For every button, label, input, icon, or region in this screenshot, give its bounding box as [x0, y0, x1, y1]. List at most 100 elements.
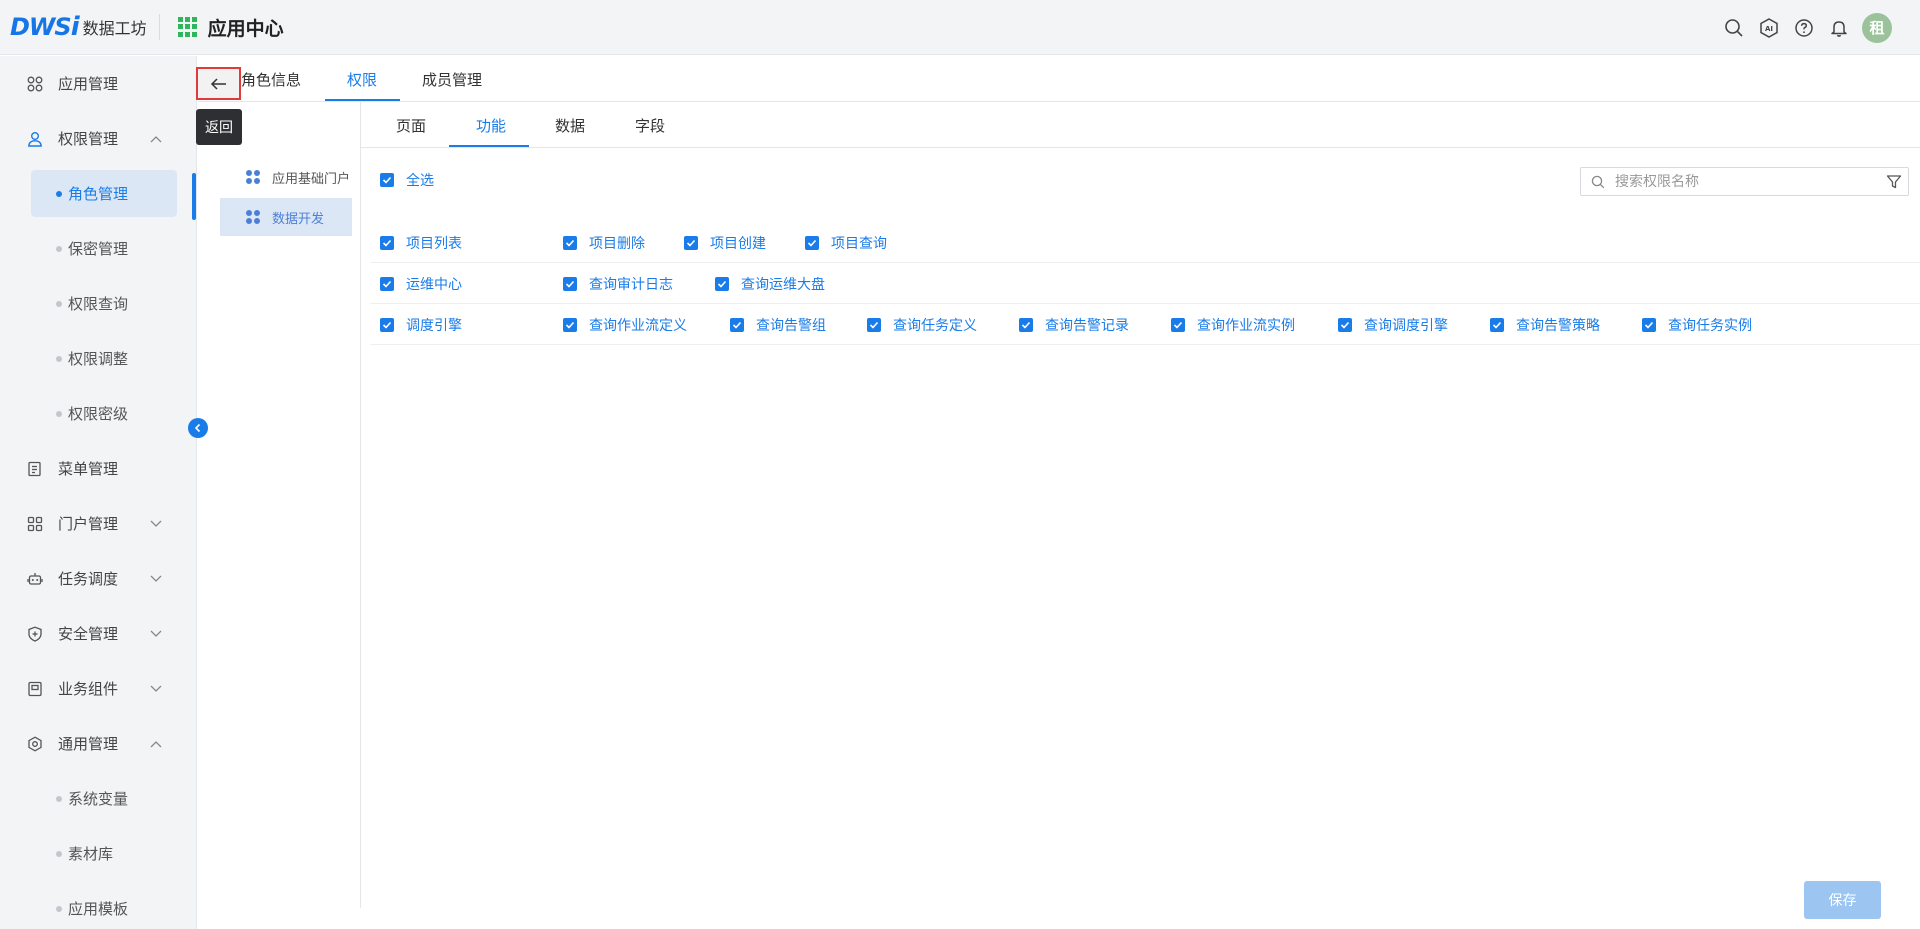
- app-center[interactable]: 应用中心: [177, 14, 284, 41]
- sidebar-item-portal-management[interactable]: 门户管理: [0, 496, 196, 551]
- sidebar-item-label: 任务调度: [58, 570, 119, 588]
- app-list-item[interactable]: 数据开发: [220, 198, 352, 236]
- filter-icon[interactable]: [1886, 174, 1902, 190]
- dot-icon: [56, 795, 62, 802]
- ai-icon[interactable]: AI: [1756, 15, 1782, 41]
- permission-checkbox[interactable]: 查询告警策略: [1490, 305, 1600, 345]
- sidebar-item-task-scheduling[interactable]: 任务调度: [0, 551, 196, 606]
- permission-group-checkbox[interactable]: 项目列表: [380, 223, 462, 263]
- sidebar-item-role-management[interactable]: 角色管理: [31, 170, 177, 217]
- permission-row: 运维中心 查询审计日志 查询运维大盘: [371, 264, 1920, 304]
- tab-function[interactable]: 功能: [476, 102, 506, 148]
- checkbox-checked-icon: [380, 173, 394, 187]
- chevron-up-icon: [150, 738, 162, 750]
- sidebar-item-label: 菜单管理: [58, 460, 119, 478]
- sidebar-item-business-components[interactable]: 业务组件: [0, 661, 196, 716]
- permission-label: 查询告警策略: [1516, 318, 1600, 334]
- sidebar-item-system-variables[interactable]: 系统变量: [0, 771, 196, 826]
- chevron-down-icon: [150, 683, 162, 695]
- permission-group-checkbox[interactable]: 运维中心: [380, 264, 462, 304]
- settings-icon: [26, 735, 44, 753]
- permission-checkbox[interactable]: 项目删除: [563, 223, 645, 263]
- permission-checkbox[interactable]: 查询任务定义: [867, 305, 977, 345]
- dot-icon: [56, 355, 62, 362]
- search-icon[interactable]: [1721, 15, 1747, 41]
- back-button[interactable]: [196, 67, 241, 100]
- save-button[interactable]: 保存: [1804, 881, 1881, 919]
- chevron-down-icon: [150, 518, 162, 530]
- app-list-item-label: 应用基础门户: [272, 171, 351, 187]
- dot-icon: [56, 190, 62, 197]
- sidebar-item-permission-query[interactable]: 权限查询: [0, 276, 196, 331]
- dot-icon: [56, 300, 62, 307]
- shield-icon: [26, 625, 44, 643]
- permission-checkbox[interactable]: 查询作业流实例: [1171, 305, 1295, 345]
- checkbox-checked-icon: [715, 277, 729, 291]
- app-dots-icon: [246, 170, 260, 184]
- checkbox-checked-icon: [730, 318, 744, 332]
- checkbox-checked-icon: [1019, 318, 1033, 332]
- sidebar-item-permission-adjust[interactable]: 权限调整: [0, 331, 196, 386]
- sidebar-item-app-management[interactable]: 应用管理: [0, 56, 196, 111]
- sidebar-item-secrecy-management[interactable]: 保密管理: [0, 221, 196, 276]
- permission-label: 项目查询: [831, 236, 887, 252]
- sidebar-item-label: 应用模板: [68, 900, 129, 918]
- checkbox-checked-icon: [380, 318, 394, 332]
- permission-checkbox[interactable]: 查询告警记录: [1019, 305, 1129, 345]
- sidebar-item-menu-management[interactable]: 菜单管理: [0, 441, 196, 496]
- sidebar: 应用管理 权限管理 角色管理 保密管理 权限查询 权限调整 权限密级 菜单管理: [0, 56, 197, 929]
- apps-icon: [26, 75, 44, 93]
- tab-data[interactable]: 数据: [555, 102, 585, 148]
- permission-checkbox[interactable]: 查询告警组: [730, 305, 826, 345]
- permission-checkbox[interactable]: 查询作业流定义: [563, 305, 687, 345]
- user-icon: [26, 130, 44, 148]
- tab-field[interactable]: 字段: [635, 102, 665, 148]
- top-header: DWSi 数据工坊 应用中心 AI 租: [0, 0, 1920, 55]
- logo[interactable]: DWSi 数据工坊: [0, 0, 147, 55]
- permission-label: 查询任务实例: [1668, 318, 1752, 334]
- help-icon[interactable]: [1791, 15, 1817, 41]
- select-all-checkbox[interactable]: 全选: [380, 170, 434, 190]
- permission-checkbox[interactable]: 查询审计日志: [563, 264, 673, 304]
- sidebar-item-asset-library[interactable]: 素材库: [0, 826, 196, 881]
- sidebar-item-general-management[interactable]: 通用管理: [0, 716, 196, 771]
- chevron-down-icon: [150, 573, 162, 585]
- sidebar-item-app-templates[interactable]: 应用模板: [0, 881, 196, 929]
- checkbox-checked-icon: [1642, 318, 1656, 332]
- sidebar-item-label: 保密管理: [68, 240, 129, 258]
- permission-checkbox[interactable]: 查询任务实例: [1642, 305, 1752, 345]
- permission-label: 项目删除: [589, 236, 645, 252]
- app-dots-icon: [246, 210, 260, 224]
- dot-icon: [56, 245, 62, 252]
- permission-checkbox[interactable]: 查询调度引擎: [1338, 305, 1448, 345]
- app-list-item[interactable]: 应用基础门户: [220, 158, 352, 196]
- arrow-left-icon: [210, 77, 226, 90]
- checkbox-checked-icon: [1490, 318, 1504, 332]
- permission-checkbox[interactable]: 查询运维大盘: [715, 264, 825, 304]
- permission-label: 查询作业流定义: [589, 318, 687, 334]
- sidebar-item-label: 权限管理: [58, 130, 119, 148]
- avatar[interactable]: 租: [1862, 12, 1892, 43]
- tab-permissions[interactable]: 权限: [347, 56, 377, 102]
- sidebar-item-security-management[interactable]: 安全管理: [0, 606, 196, 661]
- checkbox-checked-icon: [805, 236, 819, 250]
- checkbox-checked-icon: [867, 318, 881, 332]
- sidebar-item-permission-level[interactable]: 权限密级: [0, 386, 196, 441]
- permission-row: 项目列表 项目删除 项目创建 项目查询: [371, 223, 1920, 263]
- permission-checkbox[interactable]: 项目创建: [684, 223, 766, 263]
- sidebar-collapse-button[interactable]: [188, 418, 208, 438]
- sidebar-item-permission-management[interactable]: 权限管理: [0, 111, 196, 166]
- tab-member-management[interactable]: 成员管理: [422, 56, 482, 102]
- tab-page[interactable]: 页面: [396, 102, 426, 148]
- select-all-label: 全选: [406, 173, 434, 189]
- permission-checkbox[interactable]: 项目查询: [805, 223, 887, 263]
- permission-label: 查询作业流实例: [1197, 318, 1295, 334]
- top-tab-bar: 角色信息 权限 成员管理: [198, 56, 1920, 102]
- header-divider: [158, 14, 160, 40]
- search-input[interactable]: [1615, 173, 1855, 190]
- permission-group-checkbox[interactable]: 调度引擎: [380, 305, 462, 345]
- bell-icon[interactable]: [1826, 15, 1852, 41]
- tab-role-info[interactable]: 角色信息: [241, 56, 301, 102]
- checkbox-checked-icon: [1338, 318, 1352, 332]
- checkbox-checked-icon: [380, 277, 394, 291]
